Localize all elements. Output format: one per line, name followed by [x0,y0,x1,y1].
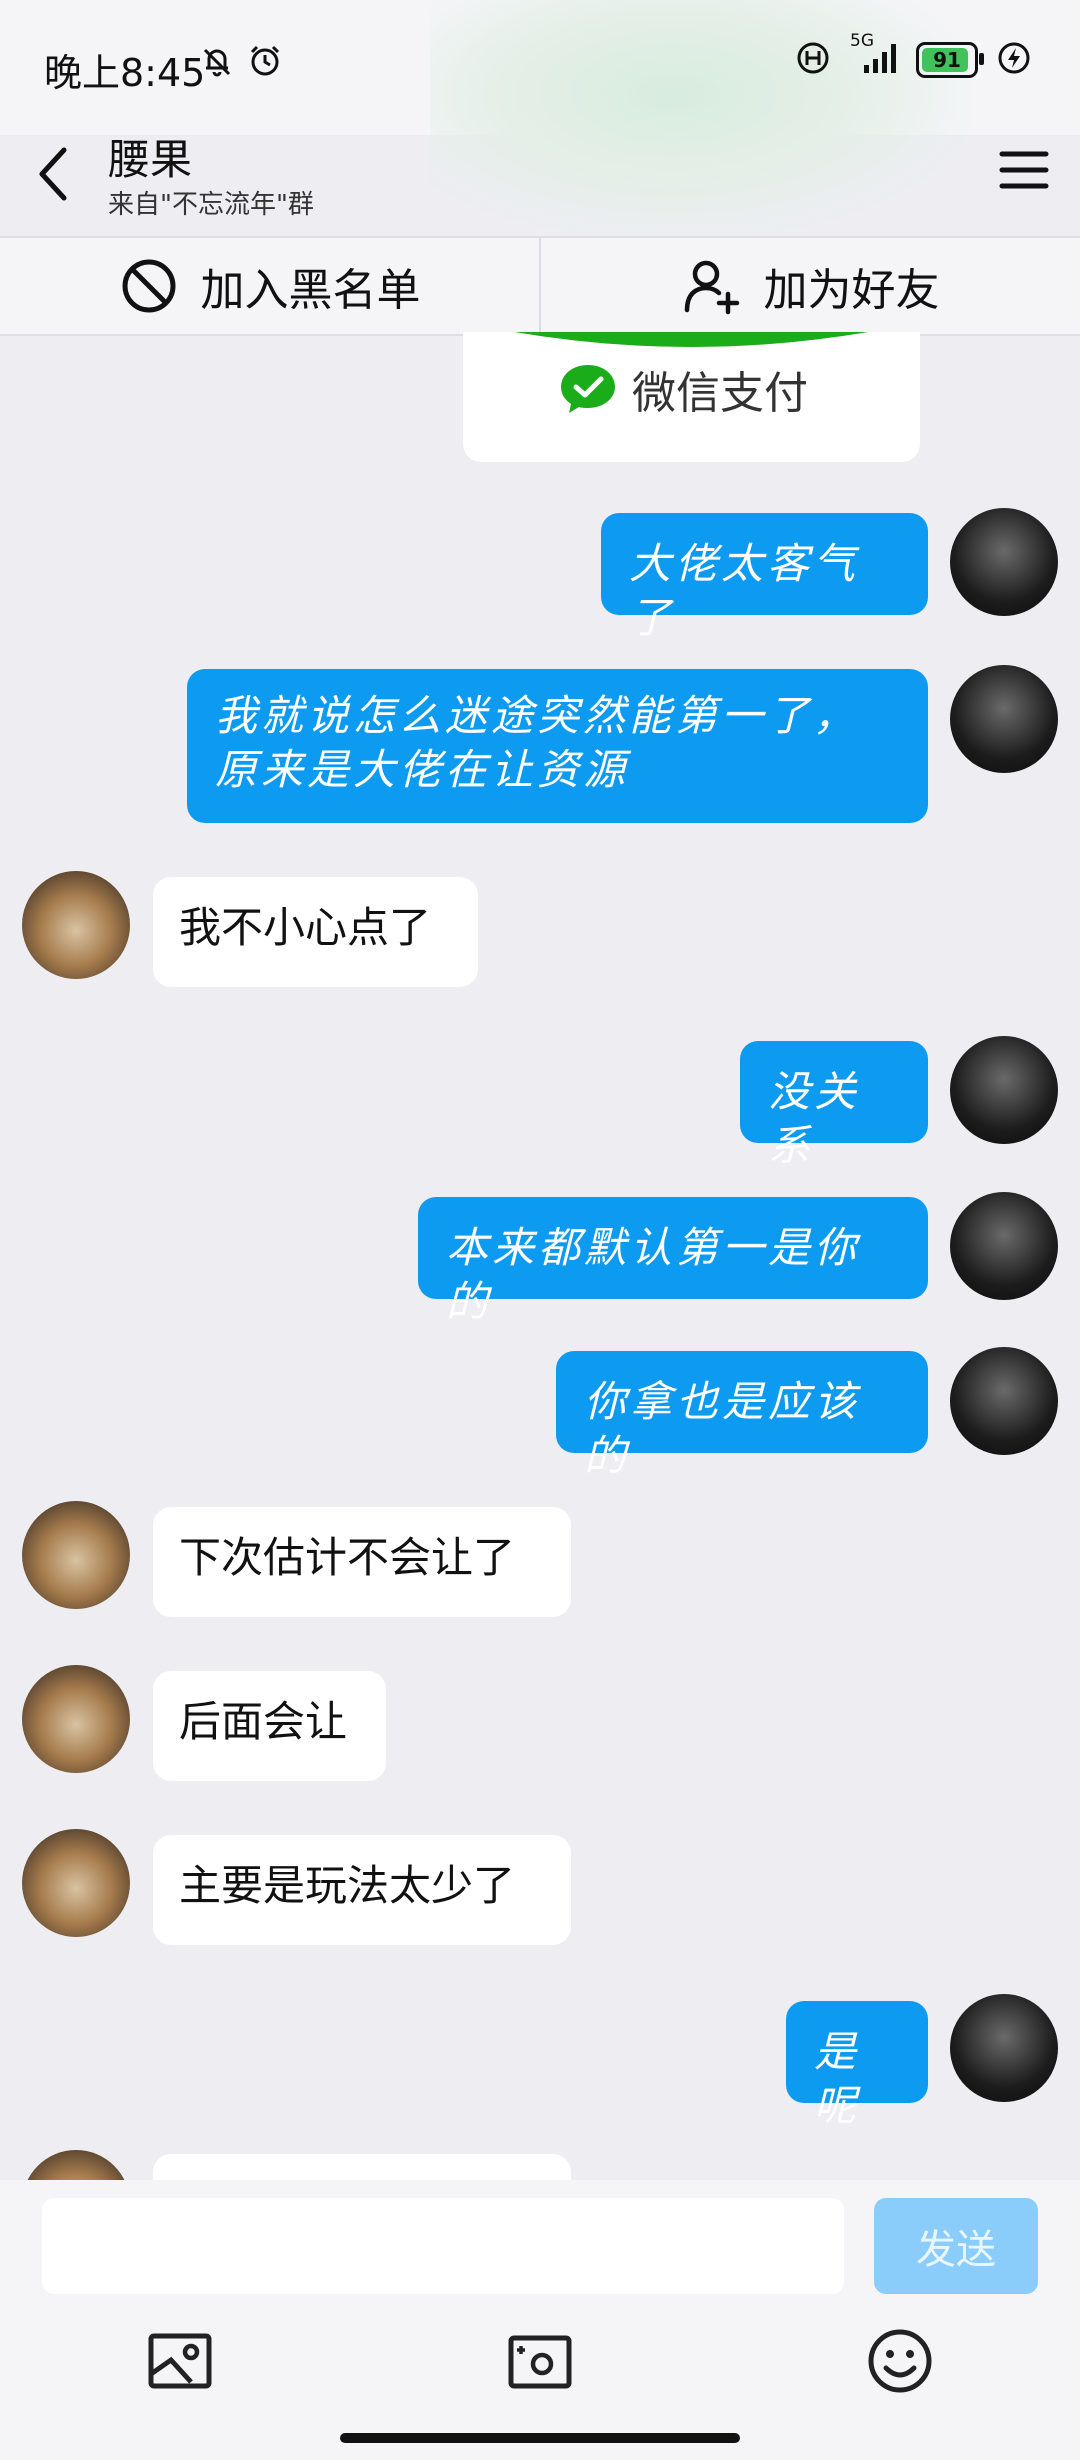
message-bubble-sent[interactable]: 你拿也是应该的 [556,1351,928,1480]
wechat-pay-icon [561,365,615,413]
wechat-pay-card[interactable]: 微信支付 [463,332,920,462]
chat-message-list[interactable]: 微信支付 大佬太客气了 我就说怎么迷途突然能第一了，原来是大佬在让资源 我不小心… [0,332,1080,2180]
sender-avatar[interactable] [22,1829,130,1937]
wechat-pay-label: 微信支付 [632,368,808,419]
sender-avatar[interactable] [22,1665,130,1773]
my-avatar[interactable] [950,1347,1058,1455]
message-bubble-sent[interactable]: 本来都默认第一是你的 [418,1197,928,1326]
qr-card-top [514,332,869,347]
message-bubble-received[interactable]: 我不小心点了 [153,877,478,987]
my-avatar[interactable] [950,508,1058,616]
emoji-icon [868,2329,932,2393]
charging-icon [996,40,1032,80]
chat-title: 腰果 [108,135,193,184]
sender-avatar[interactable] [22,871,130,979]
my-avatar[interactable] [950,665,1058,773]
status-bar: 晚上8:45 5G 91 [0,0,1080,235]
bell-off-icon [200,44,234,82]
menu-button[interactable] [996,142,1052,198]
block-icon [122,259,175,313]
add-friend-button[interactable]: 加为好友 [539,238,1080,334]
message-bubble-sent[interactable]: 没关系 [740,1041,928,1170]
hd-icon [796,41,830,79]
network-type: 5G [850,31,874,51]
add-friend-label: 加为好友 [763,265,940,316]
alarm-icon [248,44,282,82]
message-bubble-sent[interactable]: 是呢 [786,2001,928,2130]
status-time: 晚上8:45 [44,51,206,95]
back-arrow-icon [39,147,67,201]
action-bar: 加入黑名单 加为好友 [0,236,1080,336]
camera-button[interactable] [505,2326,575,2396]
add-to-blacklist-button[interactable]: 加入黑名单 [0,238,539,334]
home-indicator[interactable] [340,2433,740,2443]
input-area: 发送 [0,2180,1080,2460]
message-bubble-received[interactable]: 主要是玩法太少了 [153,1835,571,1945]
message-bubble-received[interactable]: 下次估计不会让了 [153,1507,571,1617]
message-bubble-received[interactable]: 后面会让 [153,1671,386,1781]
message-bubble-sent[interactable]: 大佬太客气了 [601,513,928,642]
message-bubble-sent[interactable]: 我就说怎么迷途突然能第一了，原来是大佬在让资源 [187,669,928,823]
my-avatar[interactable] [950,1192,1058,1300]
emoji-button[interactable] [865,2326,935,2396]
sender-avatar[interactable] [22,1501,130,1609]
image-icon [148,2333,212,2389]
add-user-icon [684,260,739,315]
sender-avatar[interactable] [22,2150,130,2180]
message-input[interactable] [42,2198,844,2294]
message-bubble-received[interactable] [153,2154,571,2180]
my-avatar[interactable] [950,1994,1058,2102]
back-button[interactable] [28,138,88,208]
chat-subtitle: 来自"不忘流年"群 [108,190,314,220]
battery-icon: 91 [916,42,984,78]
image-button[interactable] [145,2326,215,2396]
signal-icon: 5G [848,31,898,79]
camera-icon [508,2335,572,2389]
send-button[interactable]: 发送 [874,2198,1038,2294]
blacklist-label: 加入黑名单 [200,265,421,316]
battery-level: 91 [933,48,961,72]
chat-header: 腰果 来自"不忘流年"群 [0,120,1080,235]
my-avatar[interactable] [950,1036,1058,1144]
hamburger-icon [999,151,1049,189]
